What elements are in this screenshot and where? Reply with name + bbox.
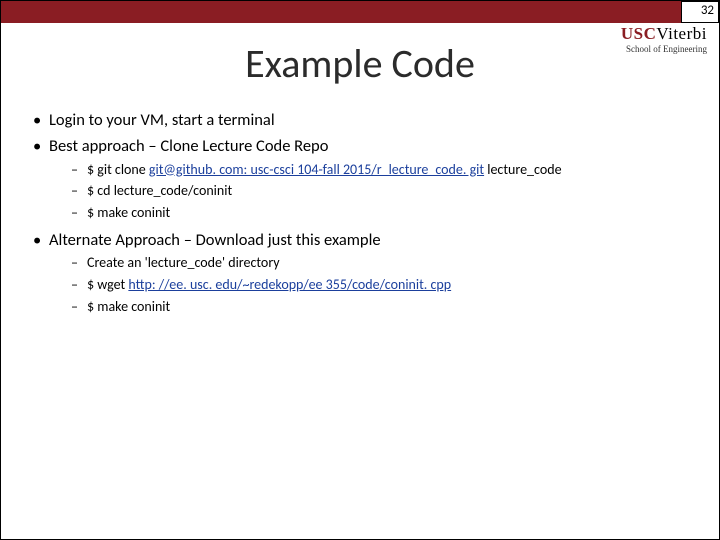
bullet-login: Login to your VM, start a terminal — [33, 109, 699, 131]
sub-bullet-wget: $ wget http: //ee. usc. edu/~redekopp/ee… — [71, 276, 699, 295]
bullet-text: Best approach – Clone Lecture Code Repo — [49, 136, 328, 156]
wget-url-link[interactable]: http: //ee. usc. edu/~redekopp/ee 355/co… — [128, 276, 451, 293]
bullet-text: Login to your VM, start a terminal — [49, 110, 275, 130]
cmd-text: $ make coninit — [87, 204, 170, 221]
bullet-alternate-approach: Alternate Approach – Download just this … — [33, 229, 699, 317]
sub-bullet-git-clone: $ git clone git@github. com: usc-csci 10… — [71, 161, 699, 180]
sub-bullet-create-dir: Create an 'lecture_code' directory — [71, 254, 699, 273]
cmd-prefix: $ wget — [87, 276, 128, 293]
page-number: 32 — [701, 3, 714, 18]
sub-bullet-make-2: $ make coninit — [71, 298, 699, 317]
sub-bullet-make-1: $ make coninit — [71, 204, 699, 223]
slide: 32 USCViterbi School of Engineering Exam… — [0, 0, 720, 540]
cmd-suffix: lecture_code — [484, 161, 561, 178]
slide-title: Example Code — [1, 39, 719, 88]
cmd-text: Create an 'lecture_code' directory — [87, 254, 280, 271]
bullet-text: Alternate Approach – Download just this … — [49, 230, 381, 250]
page-number-box: 32 — [681, 1, 719, 23]
bullet-best-approach: Best approach – Clone Lecture Code Repo … — [33, 135, 699, 223]
slide-body: Login to your VM, start a terminal Best … — [21, 109, 699, 323]
header-bar — [1, 1, 719, 23]
cmd-text: $ make coninit — [87, 298, 170, 315]
cmd-text: $ cd lecture_code/coninit — [87, 182, 232, 199]
sub-bullet-cd: $ cd lecture_code/coninit — [71, 182, 699, 201]
cmd-prefix: $ git clone — [87, 161, 149, 178]
git-url-link[interactable]: git@github. com: usc-csci 104-fall 2015/… — [149, 161, 484, 178]
